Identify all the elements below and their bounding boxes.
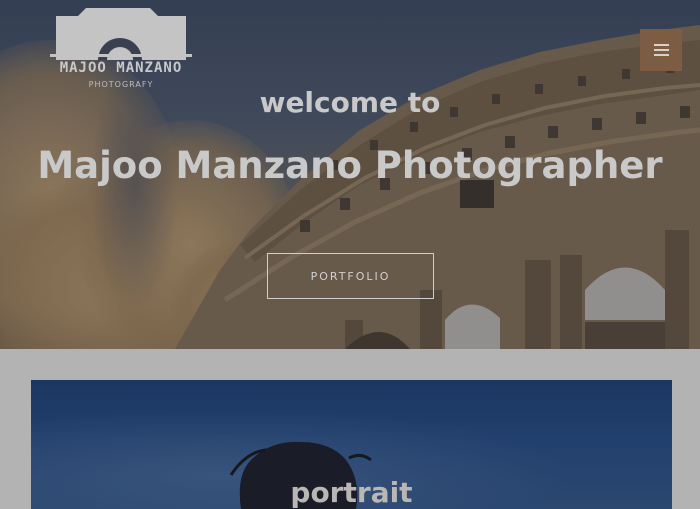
welcome-text: welcome to — [259, 86, 441, 119]
portrait-label: portrait — [290, 476, 413, 509]
hamburger-menu-icon — [653, 44, 669, 56]
hero-headline: Majoo Manzano Photographer — [37, 144, 663, 187]
portrait-card[interactable]: portrait — [31, 380, 672, 509]
hero-banner: MAJOO MANZANO PHOTOGRAFY welcome to Majo… — [0, 0, 700, 349]
logo-name: MAJOO MANZANO — [59, 60, 183, 76]
menu-button[interactable] — [640, 29, 682, 71]
site-logo[interactable]: MAJOO MANZANO PHOTOGRAFY — [48, 6, 194, 96]
portfolio-button[interactable]: PORTFOLIO — [267, 253, 434, 299]
camera-icon — [50, 8, 192, 60]
